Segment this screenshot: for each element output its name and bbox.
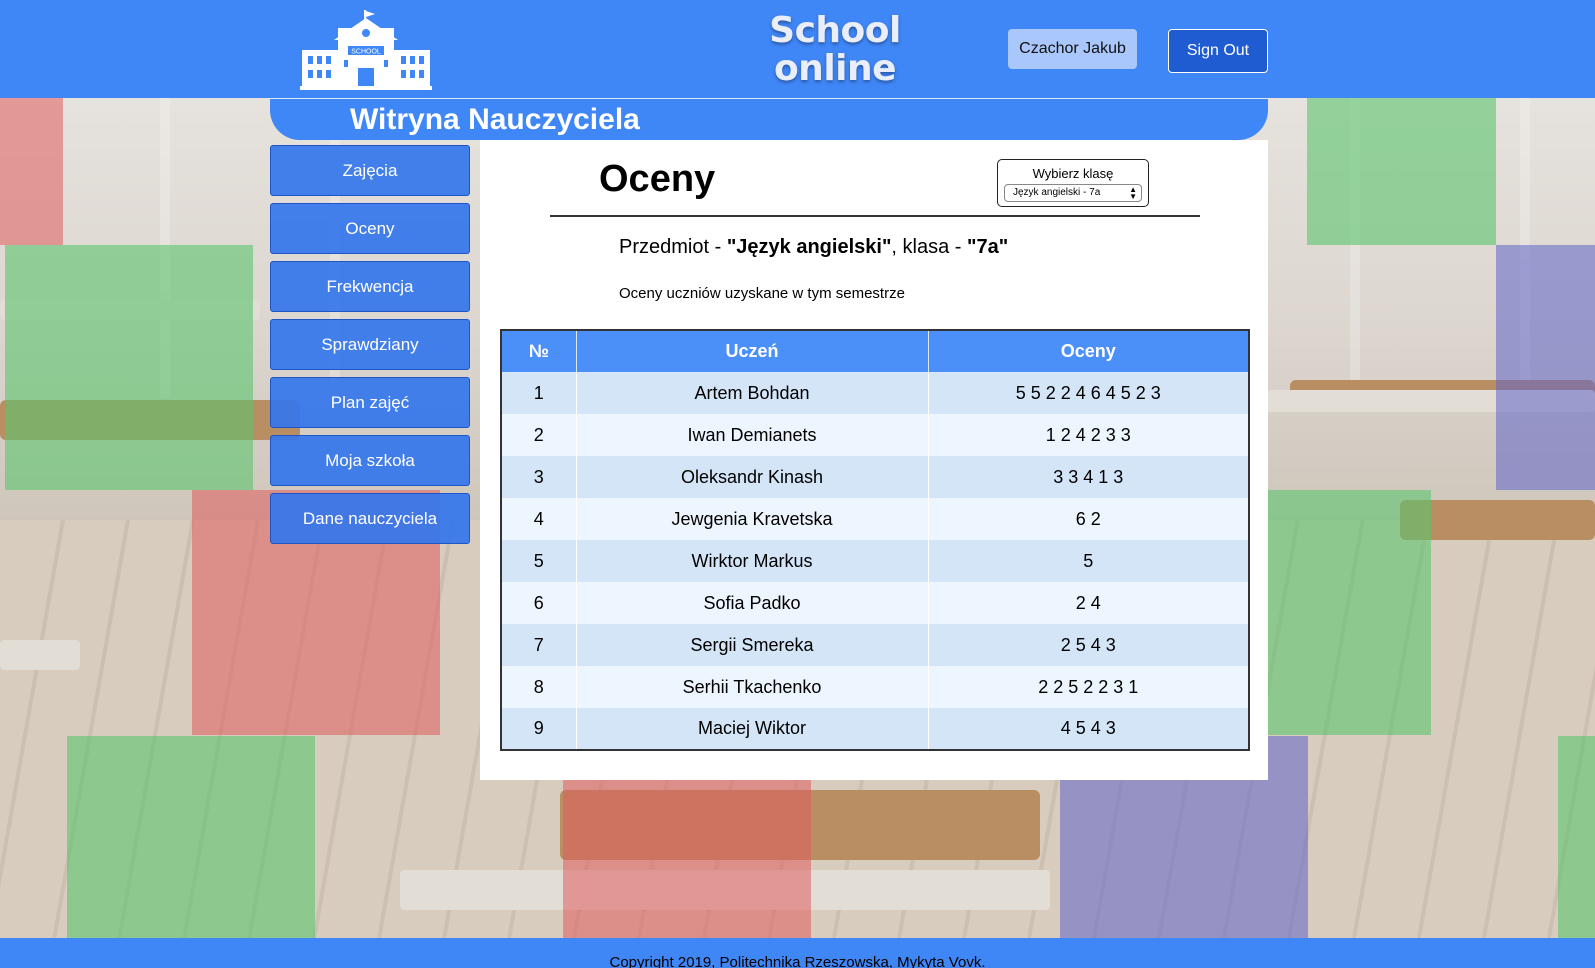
sidebar-nav: Zajęcia Oceny Frekwencja Sprawdziany Pla… [270, 145, 470, 551]
row-number: 2 [501, 414, 577, 456]
sidebar-item-dane-nauczyciela[interactable]: Dane nauczyciela [270, 493, 470, 544]
subject-name: "Język angielski" [726, 236, 892, 258]
column-header-grades: Oceny [927, 329, 1250, 373]
student-name: Sofia Padko [576, 582, 929, 624]
portal-banner: Witryna Nauczyciela [270, 98, 1268, 140]
student-name: Oleksandr Kinash [576, 456, 929, 498]
banner-title: Witryna Nauczyciela [350, 103, 640, 136]
grades-description: Oceny uczniów uzyskane w tym semestrze [619, 285, 905, 302]
student-grades: 3 3 4 1 3 [928, 456, 1250, 498]
sidebar-item-sprawdziany[interactable]: Sprawdziany [270, 319, 470, 370]
sidebar-item-oceny[interactable]: Oceny [270, 203, 470, 254]
table-row: 3 Oleksandr Kinash 3 3 4 1 3 [501, 456, 1250, 498]
student-grades: 5 [928, 540, 1250, 582]
table-row: 4 Jewgenia Kravetska 6 2 [501, 498, 1250, 540]
grades-table: № Uczeń Oceny 1 Artem Bohdan 5 5 2 2 4 6… [500, 329, 1250, 751]
school-building-icon[interactable]: SCHOOL [300, 10, 432, 92]
title-divider [550, 215, 1200, 217]
class-select-box: Wybierz klasę Język angielski - 7a ▲ ▼ [997, 159, 1149, 207]
student-grades: 2 4 [928, 582, 1250, 624]
select-arrows-icon: ▲ ▼ [1129, 185, 1137, 201]
row-number: 6 [501, 582, 577, 624]
row-number: 3 [501, 456, 577, 498]
student-name: Maciej Wiktor [576, 708, 929, 750]
site-title-line2: online [773, 48, 897, 89]
subject-line: Przedmiot - "Język angielski", klasa - "… [619, 236, 1008, 259]
student-grades: 2 5 4 3 [928, 624, 1250, 666]
row-number: 7 [501, 624, 577, 666]
class-select-dropdown[interactable]: Język angielski - 7a ▲ ▼ [1004, 184, 1142, 202]
student-grades: 2 2 5 2 2 3 1 [928, 666, 1250, 708]
sidebar-item-frekwencja[interactable]: Frekwencja [270, 261, 470, 312]
table-row: 2 Iwan Demianets 1 2 4 2 3 3 [501, 414, 1250, 456]
class-name: "7a" [967, 236, 1009, 258]
column-header-number: № [500, 329, 577, 373]
table-header-row: № Uczeń Oceny [500, 329, 1250, 373]
sidebar-item-zajecia[interactable]: Zajęcia [270, 145, 470, 196]
row-number: 8 [501, 666, 577, 708]
sidebar-item-moja-szkola[interactable]: Moja szkoła [270, 435, 470, 486]
table-row: 1 Artem Bohdan 5 5 2 2 4 6 4 5 2 3 [501, 372, 1250, 414]
page-title: Oceny [599, 158, 716, 200]
sign-out-button[interactable]: Sign Out [1168, 29, 1268, 73]
page-footer: Copyright 2019, Politechnika Rzeszowska,… [0, 938, 1595, 968]
class-select-value: Język angielski - 7a [1013, 187, 1101, 198]
student-grades: 4 5 4 3 [928, 708, 1250, 750]
svg-text:SCHOOL: SCHOOL [351, 49, 381, 56]
site-title[interactable]: School online [735, 12, 935, 88]
table-row: 6 Sofia Padko 2 4 [501, 582, 1250, 624]
row-number: 4 [501, 498, 577, 540]
site-title-line1: School [769, 10, 901, 51]
student-name: Iwan Demianets [576, 414, 929, 456]
table-row: 5 Wirktor Markus 5 [501, 540, 1250, 582]
class-select-label: Wybierz klasę [1032, 166, 1114, 181]
student-name: Wirktor Markus [576, 540, 929, 582]
sidebar-item-plan-zajec[interactable]: Plan zajęć [270, 377, 470, 428]
table-row: 7 Sergii Smereka 2 5 4 3 [501, 624, 1250, 666]
student-name: Jewgenia Kravetska [576, 498, 929, 540]
main-panel: Oceny Wybierz klasę Język angielski - 7a… [480, 140, 1268, 780]
student-grades: 5 5 2 2 4 6 4 5 2 3 [928, 372, 1250, 414]
footer-copyright: Copyright 2019, Politechnika Rzeszowska,… [609, 954, 986, 968]
row-number: 5 [501, 540, 577, 582]
column-header-student: Uczeń [575, 329, 929, 373]
student-grades: 6 2 [928, 498, 1250, 540]
user-name-button[interactable]: Czachor Jakub [1008, 29, 1137, 69]
student-grades: 1 2 4 2 3 3 [928, 414, 1250, 456]
student-name: Serhii Tkachenko [576, 666, 929, 708]
row-number: 9 [501, 708, 577, 750]
row-number: 1 [501, 372, 577, 414]
subject-prefix: Przedmiot - [619, 236, 727, 258]
class-prefix: , klasa - [891, 236, 967, 258]
top-header: SCHOOL School online Czachor Jakub Sign … [0, 0, 1595, 98]
table-row: 8 Serhii Tkachenko 2 2 5 2 2 3 1 [501, 666, 1250, 708]
student-name: Sergii Smereka [576, 624, 929, 666]
table-row: 9 Maciej Wiktor 4 5 4 3 [501, 708, 1250, 750]
student-name: Artem Bohdan [576, 372, 929, 414]
